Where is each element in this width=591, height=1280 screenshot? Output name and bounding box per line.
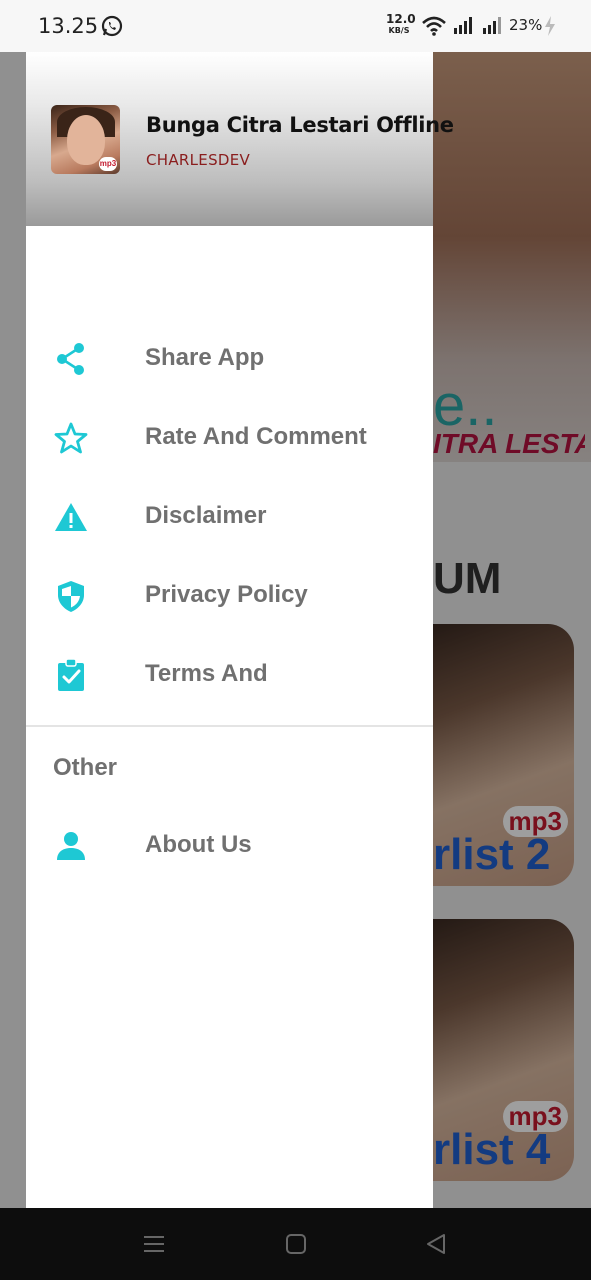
menu-item-about-us[interactable]: About Us: [26, 815, 433, 877]
navigation-drawer: mp3 Bunga Citra Lestari Offline CHARLESD…: [26, 52, 454, 1208]
person-icon: [57, 832, 85, 860]
menu-item-privacy-policy[interactable]: Privacy Policy: [26, 565, 433, 627]
app-avatar: mp3: [51, 105, 120, 174]
menu-item-label: Privacy Policy: [145, 581, 308, 608]
menu-item-label: Rate And Comment: [145, 423, 367, 450]
section-label-other: Other: [53, 754, 118, 781]
drawer-header: mp3 Bunga Citra Lestari Offline CHARLESD…: [26, 52, 454, 226]
clipboard-check-icon: [58, 658, 84, 691]
signal-icon-sim2: [483, 17, 501, 34]
developer-name: CHARLESDEV: [146, 151, 251, 169]
menu-item-label: About Us: [145, 831, 252, 858]
menu-item-label: Share App: [145, 344, 265, 371]
menu-item-rate-and-comment[interactable]: Rate And Comment: [26, 407, 433, 469]
charging-bolt-icon: [545, 16, 555, 36]
home-icon[interactable]: [285, 1233, 307, 1255]
app-title: Bunga Citra Lestari Offline: [146, 113, 454, 137]
menu-item-terms[interactable]: Terms And: [26, 644, 433, 706]
avatar-mp3-badge: mp3: [99, 157, 117, 171]
star-icon: [54, 422, 88, 454]
network-speed: 12.0 KB/S: [386, 12, 416, 36]
back-icon[interactable]: [425, 1233, 447, 1255]
menu-item-disclaimer[interactable]: Disclaimer: [26, 486, 433, 548]
menu-item-label: Disclaimer: [145, 502, 267, 529]
share-icon: [57, 343, 84, 375]
menu-divider: [26, 725, 433, 727]
menu-item-label: Terms And: [145, 660, 268, 687]
recent-apps-icon[interactable]: [143, 1233, 165, 1255]
warning-icon: [55, 503, 87, 531]
shield-icon: [58, 581, 84, 612]
battery-percent: 23%: [509, 16, 543, 34]
menu-item-share-app[interactable]: Share App: [26, 328, 433, 390]
network-speed-unit: KB/S: [388, 26, 410, 35]
system-navigation-bar: [0, 1208, 591, 1280]
whatsapp-icon: [101, 15, 123, 37]
network-speed-value: 12.0: [386, 12, 416, 26]
wifi-icon: [422, 16, 446, 36]
status-bar: 13.25 12.0 KB/S 23%: [0, 0, 591, 52]
avatar-face: [67, 115, 105, 165]
signal-icon-sim1: [454, 17, 472, 34]
status-time: 13.25: [38, 14, 99, 38]
